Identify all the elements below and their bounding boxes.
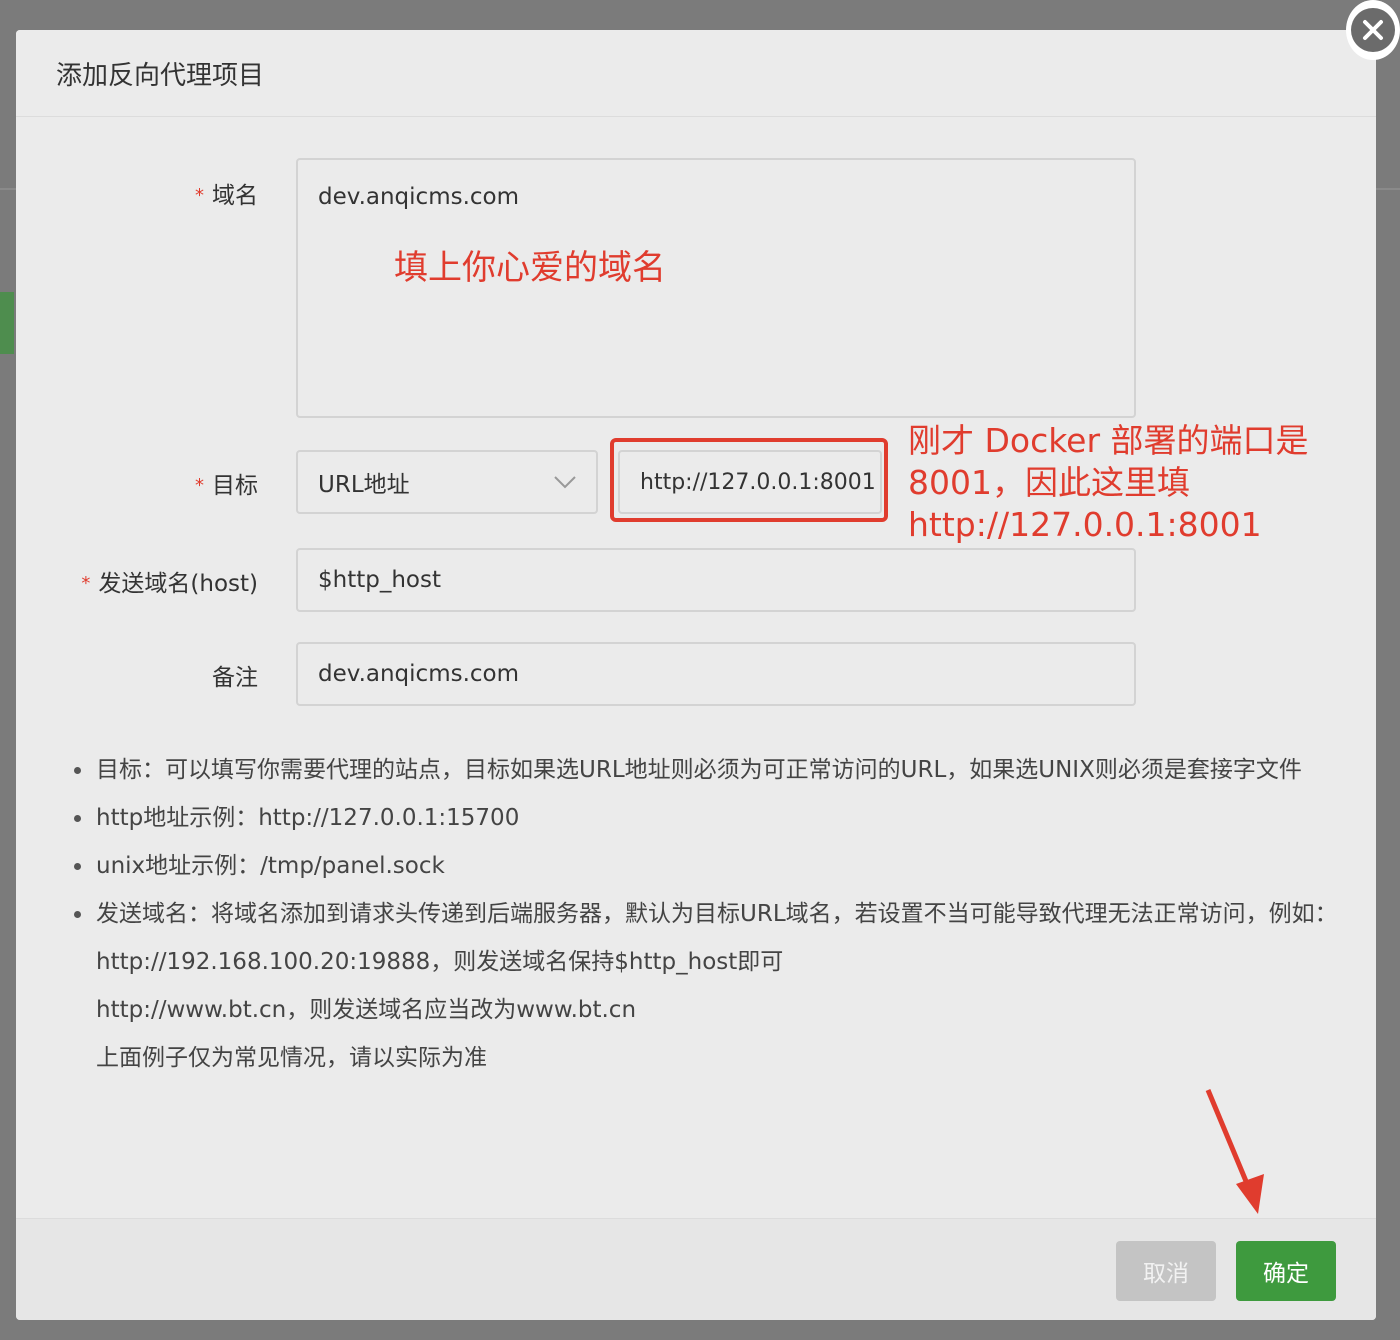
target-type-select[interactable]: URL地址	[296, 450, 598, 514]
note-example: http://www.bt.cn，则发送域名应当改为www.bt.cn	[96, 997, 637, 1023]
background-green-tab	[0, 292, 14, 354]
domain-value: dev.anqicms.com	[318, 184, 520, 210]
domain-hint-annotation: 填上你心爱的域名	[394, 248, 666, 288]
note-example: 上面例子仅为常见情况，请以实际为准	[96, 1045, 487, 1071]
target-type-value: URL地址	[318, 472, 410, 498]
close-button[interactable]	[1346, 0, 1400, 60]
remark-value: dev.anqicms.com	[318, 661, 520, 687]
note-item: 目标：可以填写你需要代理的站点，目标如果选URL地址则必须为可正常访问的URL，…	[74, 746, 1344, 794]
arrow-annotation-icon	[1205, 1089, 1264, 1214]
target-hint-annotation: 刚才 Docker 部署的端口是 8001，因此这里填 http://127.0…	[908, 421, 1309, 544]
domain-label: * 域名	[195, 183, 258, 209]
required-mark: *	[81, 573, 91, 594]
required-mark: *	[195, 475, 204, 496]
target-label: * 目标	[195, 473, 258, 499]
note-item: unix地址示例：/tmp/panel.sock	[74, 842, 1344, 890]
target-url-highlight-box	[610, 438, 888, 522]
remark-label: 备注	[212, 665, 258, 691]
cancel-button[interactable]: 取消	[1116, 1241, 1216, 1301]
chevron-down-icon	[554, 475, 576, 489]
note-item: http地址示例：http://127.0.0.1:15700	[74, 794, 1344, 842]
remark-input[interactable]: dev.anqicms.com	[296, 642, 1136, 706]
host-input[interactable]: $http_host	[296, 548, 1136, 612]
note-example: http://192.168.100.20:19888，则发送域名保持$http…	[96, 949, 784, 975]
note-item: 发送域名：将域名添加到请求头传递到后端服务器，默认为目标URL域名，若设置不当可…	[74, 890, 1344, 938]
dialog-header: 添加反向代理项目	[16, 30, 1376, 117]
add-reverse-proxy-dialog: 添加反向代理项目 * 域名 dev.anqicms.com 填上你心爱的域名 * 目…	[16, 30, 1376, 1320]
help-notes: 目标：可以填写你需要代理的站点，目标如果选URL地址则必须为可正常访问的URL，…	[74, 746, 1344, 1082]
close-circle-icon	[1351, 8, 1395, 52]
dialog-footer: 取消 确定	[16, 1218, 1376, 1320]
host-label: * 发送域名(host)	[81, 571, 258, 597]
host-value: $http_host	[318, 567, 441, 593]
required-mark: *	[195, 185, 204, 206]
dialog-title: 添加反向代理项目	[56, 60, 265, 91]
confirm-button[interactable]: 确定	[1236, 1241, 1336, 1301]
